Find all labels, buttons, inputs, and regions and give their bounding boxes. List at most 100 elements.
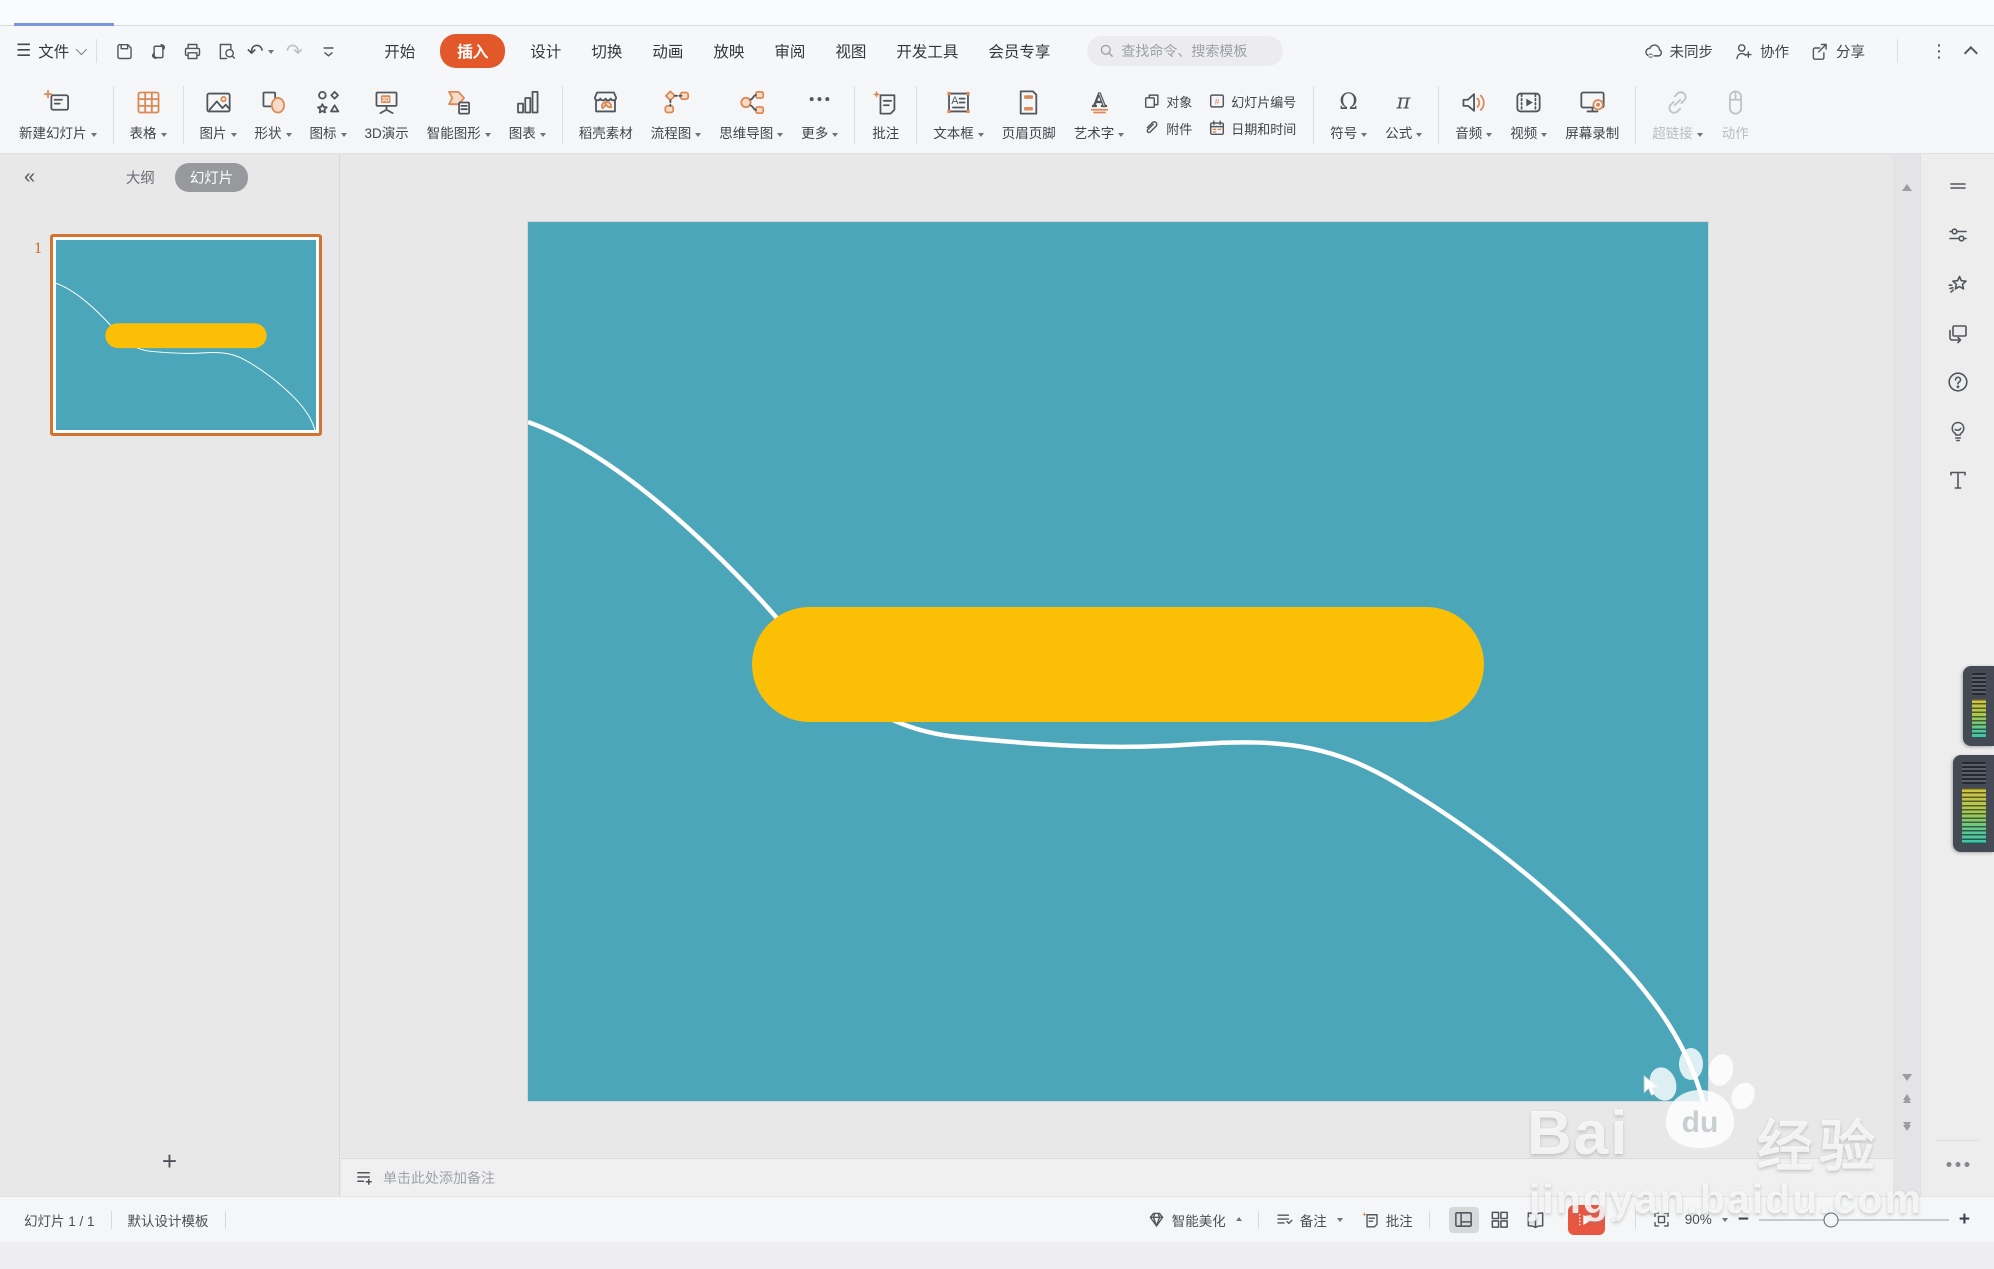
tab-transition[interactable]: 切换 [591,35,622,67]
zoom-in-button[interactable]: + [1959,1210,1970,1229]
notes-button[interactable]: 备注 [1275,1210,1343,1230]
zoom-level[interactable]: 90% [1685,1212,1728,1227]
undo-button[interactable]: ↶ [245,36,275,66]
output-button[interactable] [143,36,173,66]
switch-display-icon[interactable] [1946,321,1970,345]
text-tool-icon[interactable] [1946,468,1970,492]
video-icon [1516,92,1541,112]
view-reading-button[interactable] [1521,1207,1551,1233]
tab-review[interactable]: 审阅 [774,35,805,67]
zoom-out-button[interactable]: − [1738,1210,1749,1229]
toolbar-item-picture[interactable]: 图片 [191,80,246,150]
panel-handle-icon[interactable] [1946,174,1970,198]
toolbar-item-wordart[interactable]: A 艺术字 [1065,80,1134,150]
toolbar-item-object[interactable]: 对象 [1143,92,1192,111]
template-name[interactable]: 默认设计模板 [128,1210,209,1230]
toolbar-item-hyperlink[interactable]: 超链接 [1643,80,1712,150]
scroll-down-button[interactable] [1901,1074,1912,1081]
scroll-up-button[interactable] [1901,184,1912,191]
3d-presentation-icon: 3D [375,91,398,114]
smart-beautify-button[interactable]: 智能美化 [1147,1210,1242,1230]
more-options-button[interactable]: ⋮ [1930,41,1948,62]
tab-slides[interactable]: 幻灯片 [174,162,249,192]
divider [1257,1210,1259,1229]
tips-bulb-icon[interactable] [1946,419,1970,443]
share-button[interactable]: 分享 [1809,41,1865,62]
customize-qat-button[interactable] [313,36,343,66]
vertical-scrollbar[interactable] [1893,154,1920,1196]
tab-insert[interactable]: 插入 [440,34,506,68]
redo-button[interactable]: ↷ [279,36,309,66]
comments-button[interactable]: 批注 [1361,1210,1413,1230]
toolbar-item-symbol[interactable]: Ω 符号 [1321,80,1376,150]
toolbar-item-slide-number[interactable]: # 幻灯片编号 [1208,92,1296,111]
search-icon [1101,44,1114,58]
file-menu[interactable]: ☰ 文件 [16,40,88,62]
toolbar-item-smartart[interactable]: 智能图形 [418,80,500,150]
svg-text:Ω: Ω [1340,89,1359,115]
toolbar-item-video[interactable]: 视频 [1501,80,1556,150]
slide-thumbnail[interactable] [50,234,322,436]
search-input[interactable]: 查找命令、搜索模板 [1087,36,1284,66]
toolbar-item-textbox[interactable]: A 文本框 [924,80,993,150]
toolbar-item-formula[interactable]: π 公式 [1376,80,1431,150]
toolbar-item-chart[interactable]: 图表 [500,80,555,150]
save-button[interactable] [109,36,139,66]
tab-membership[interactable]: 会员专享 [988,35,1050,67]
print-button[interactable] [177,36,207,66]
zoom-slider[interactable] [1758,1212,1949,1227]
next-slide-button[interactable] [1893,1122,1920,1131]
toolbar-item-action[interactable]: 动作 [1712,80,1759,150]
collaborate-icon [1736,43,1752,59]
toolbar-item-audio[interactable]: 音频 [1446,80,1501,150]
slide-shape-rounded-rectangle[interactable] [752,607,1484,722]
toolbar-item-header-footer[interactable]: 页眉页脚 [993,80,1065,150]
sync-status-button[interactable]: 未同步 [1643,41,1713,62]
play-slideshow-button[interactable] [1567,1204,1605,1235]
toolbar-item-icon-library[interactable]: 图标 [301,80,356,150]
view-slide-sorter-button[interactable] [1485,1207,1515,1233]
collapse-panel-button[interactable]: « [24,166,35,189]
slide-editor[interactable] [528,222,1708,1101]
sidebar-more-button[interactable] [1946,1162,1969,1167]
tab-outline[interactable]: 大纲 [126,167,155,188]
help-icon[interactable] [1946,370,1970,394]
edge-widget-handle[interactable] [1963,666,1994,746]
previous-slide-button[interactable] [1893,1094,1920,1103]
toolbar-item-docer-assets[interactable]: 稻壳素材 [570,80,642,150]
print-preview-button[interactable] [211,36,241,66]
toolbar-item-3d-presentation[interactable]: 3D 3D演示 [356,80,418,150]
toolbar-item-table[interactable]: 表格 [121,80,176,150]
tab-developer[interactable]: 开发工具 [896,35,958,67]
collaborate-button[interactable]: 协作 [1733,41,1789,62]
toolbar-item-more-insert[interactable]: 更多 [792,80,847,150]
divider [182,85,184,144]
object-properties-icon[interactable] [1946,223,1970,247]
fit-icon [1654,1212,1669,1227]
zoom-slider-knob[interactable] [1823,1212,1839,1227]
edge-widget-handle-large[interactable] [1953,755,1994,852]
toolbar-item-comment[interactable]: 批注 [862,80,909,150]
tab-design[interactable]: 设计 [530,35,561,67]
creative-effects-icon[interactable] [1946,272,1970,296]
tab-view[interactable]: 视图 [835,35,866,67]
tab-animation[interactable]: 动画 [652,35,683,67]
view-normal-button[interactable] [1448,1206,1479,1233]
toolbar-item-shape[interactable]: 形状 [246,80,301,150]
divider [1936,1140,1979,1141]
toolbar-item-new-slide[interactable]: 新建幻灯片 [10,80,106,150]
notes-bar[interactable]: 单击此处添加备注 [341,1158,1893,1196]
add-slide-button[interactable]: + [162,1148,177,1174]
ribbon-toolbar: 新建幻灯片 表格 图片 形状 图标 3D 3D演示 智能图形 图表 稻壳素材 流… [0,76,1994,154]
play-dropdown-caret[interactable] [1612,1218,1619,1225]
collapse-ribbon-button[interactable] [1963,46,1978,61]
attachment-icon [1146,121,1158,134]
tab-slideshow[interactable]: 放映 [713,35,744,67]
fit-to-window-button[interactable] [1652,1210,1671,1229]
toolbar-item-date-time[interactable]: 日期和时间 [1208,119,1296,138]
tab-home[interactable]: 开始 [384,35,415,67]
toolbar-item-screen-record[interactable]: 屏幕录制 [1556,80,1628,150]
toolbar-item-attachment[interactable]: 附件 [1143,119,1192,138]
toolbar-item-flowchart[interactable]: 流程图 [642,80,711,150]
toolbar-item-mindmap[interactable]: 思维导图 [710,80,792,150]
